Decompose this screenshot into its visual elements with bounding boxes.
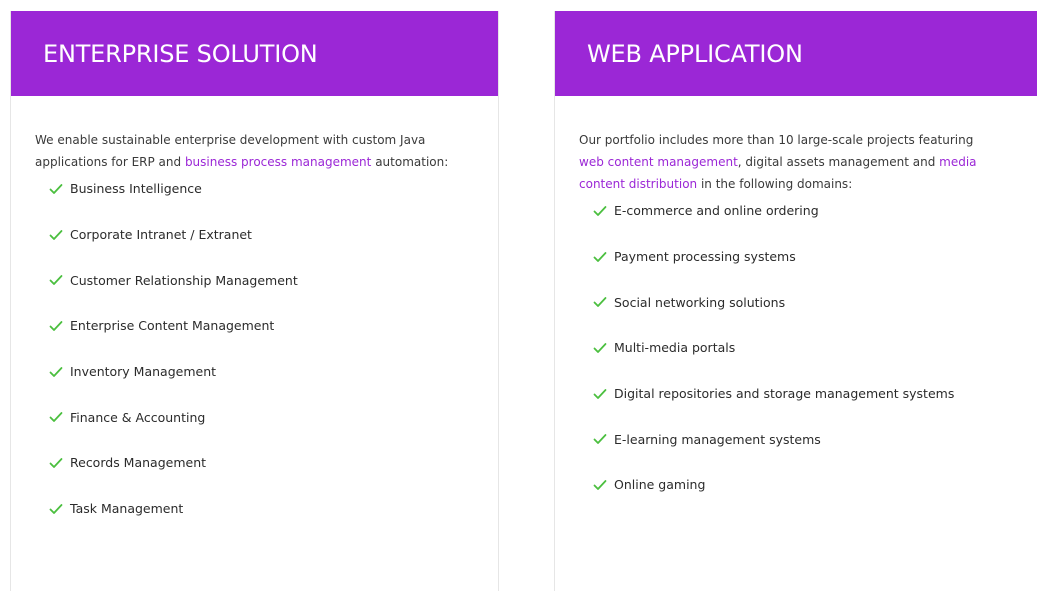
list-item-label: Customer Relationship Management [70, 272, 298, 288]
list-item-label: Digital repositories and storage managem… [614, 386, 955, 402]
list-item-label: E-commerce and online ordering [614, 203, 819, 219]
check-icon [49, 183, 63, 195]
list-item: Enterprise Content Management [49, 303, 478, 349]
intro-text: Our portfolio includes more than 10 larg… [579, 133, 974, 147]
check-icon [49, 274, 63, 286]
list-item-label: Task Management [70, 501, 184, 517]
enterprise-solution-card: ENTERPRISE SOLUTION We enable sustainabl… [10, 11, 499, 591]
list-item-label: Enterprise Content Management [70, 318, 275, 334]
list-item-label: Business Intelligence [70, 181, 202, 197]
feature-list: E-commerce and online ordering Payment p… [579, 188, 1024, 508]
card-title: WEB APPLICATION [587, 39, 803, 68]
card-title: ENTERPRISE SOLUTION [43, 39, 318, 68]
list-item: Multi-media portals [593, 325, 1024, 371]
list-item: E-learning management systems [593, 416, 1024, 462]
check-icon [49, 366, 63, 378]
check-icon [49, 229, 63, 241]
check-icon [593, 205, 607, 217]
check-icon [593, 433, 607, 445]
check-icon [593, 388, 607, 400]
list-item: Customer Relationship Management [49, 257, 478, 303]
web-application-card: WEB APPLICATION Our portfolio includes m… [554, 11, 1037, 591]
list-item-label: Payment processing systems [614, 249, 796, 265]
check-icon [49, 503, 63, 515]
list-item-label: Online gaming [614, 477, 706, 493]
intro-paragraph: Our portfolio includes more than 10 larg… [579, 129, 999, 195]
list-item: Corporate Intranet / Extranet [49, 212, 478, 258]
list-item: Online gaming [593, 462, 1024, 508]
intro-text: in the following domains: [697, 177, 853, 191]
check-icon [593, 251, 607, 263]
check-icon [593, 342, 607, 354]
list-item-label: Records Management [70, 455, 207, 471]
check-icon [49, 320, 63, 332]
list-item: Records Management [49, 440, 478, 486]
card-body: We enable sustainable enterprise develop… [11, 96, 498, 532]
check-icon [593, 296, 607, 308]
list-item-label: Corporate Intranet / Extranet [70, 227, 252, 243]
list-item: Finance & Accounting [49, 394, 478, 440]
list-item-label: Social networking solutions [614, 294, 786, 310]
list-item: Payment processing systems [593, 234, 1024, 280]
list-item: Task Management [49, 486, 478, 532]
intro-text: automation: [371, 155, 449, 169]
feature-list: Business Intelligence Corporate Intranet… [35, 166, 478, 532]
check-icon [49, 411, 63, 423]
card-header: WEB APPLICATION [555, 11, 1037, 96]
list-item-label: Inventory Management [70, 364, 217, 380]
intro-paragraph: We enable sustainable enterprise develop… [35, 129, 478, 173]
list-item: Digital repositories and storage managem… [593, 371, 1024, 417]
card-header: ENTERPRISE SOLUTION [11, 11, 498, 96]
check-icon [49, 457, 63, 469]
list-item-label: Finance & Accounting [70, 409, 206, 425]
list-item-label: Multi-media portals [614, 340, 736, 356]
intro-text: , digital assets management and [737, 155, 940, 169]
business-process-management-link[interactable]: business process management [185, 155, 371, 169]
list-item: Social networking solutions [593, 279, 1024, 325]
check-icon [593, 479, 607, 491]
web-content-management-link[interactable]: web content management [579, 155, 738, 169]
card-body: Our portfolio includes more than 10 larg… [555, 96, 1037, 508]
list-item: Inventory Management [49, 349, 478, 395]
list-item-label: E-learning management systems [614, 431, 821, 447]
